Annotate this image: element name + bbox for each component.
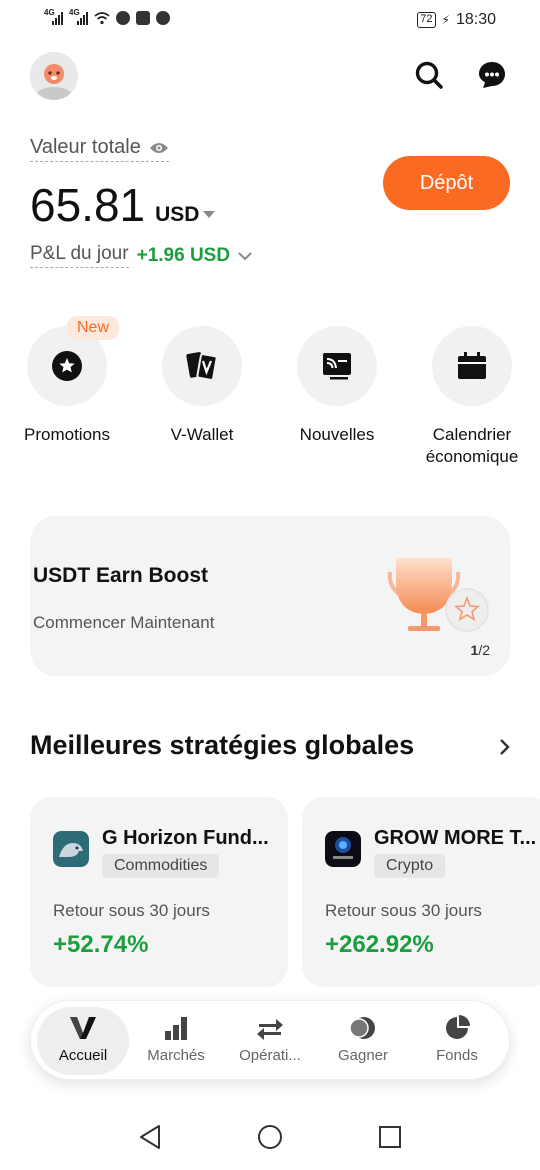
quick-action-nouvelles[interactable]: Nouvelles	[282, 326, 392, 446]
back-icon[interactable]	[135, 1122, 165, 1152]
nav-label: Marchés	[147, 1047, 205, 1064]
strategy-card[interactable]: GROW MORE T... Crypto Retour sous 30 jou…	[302, 797, 540, 987]
home-logo-icon	[70, 1017, 96, 1039]
status-icons-left: 4G 4G	[44, 8, 170, 25]
strategy-return-value: +262.92%	[325, 931, 434, 958]
strategy-return-value: +52.74%	[53, 931, 149, 958]
charging-icon: ⚡	[441, 13, 450, 27]
trophy-icon	[387, 558, 489, 632]
bottom-navigation: Accueil Marchés Opérati... Gagner Fonds	[30, 1000, 510, 1080]
total-balance: 65.81 USD	[30, 178, 216, 232]
promo-page-total: /2	[478, 642, 490, 658]
network-type-label: 4G	[44, 8, 55, 17]
whatsapp-icon	[116, 11, 130, 25]
star-icon	[52, 351, 82, 381]
wifi-icon	[94, 12, 110, 25]
quick-action-label: Calendrier économique	[425, 425, 519, 466]
strategy-category-badge: Commodities	[102, 854, 220, 878]
nav-label: Fonds	[436, 1047, 478, 1064]
calendar-icon	[458, 352, 486, 379]
network-type-label: 4G	[69, 8, 80, 17]
search-icon[interactable]	[414, 60, 444, 90]
strategy-category-badge: Crypto	[374, 854, 446, 878]
strategy-return-label: Retour sous 30 jours	[325, 901, 482, 920]
new-badge: New	[67, 316, 120, 340]
promo-banner[interactable]: USDT Earn Boost Commencer Maintenant 1/2	[30, 516, 510, 676]
quick-action-v-wallet[interactable]: V-Wallet	[147, 326, 257, 446]
chevron-right-icon[interactable]	[496, 736, 514, 758]
nav-label: Accueil	[58, 1047, 108, 1064]
battery-icon: 72	[417, 12, 436, 28]
signal-icon: 4G	[69, 8, 88, 25]
strategy-card[interactable]: G Horizon Fund... Commodities Retour sou…	[30, 797, 288, 987]
pnl-label: P&L du jour	[30, 243, 129, 268]
strategy-logo-icon	[325, 831, 361, 867]
wallet-cards-icon	[186, 352, 218, 381]
balance-amount: 65.81	[30, 179, 146, 231]
caret-down-icon	[203, 211, 216, 218]
nav-label: Opérati...	[239, 1047, 301, 1064]
clock: 18:30	[455, 11, 496, 28]
section-title-strategies: Meilleures stratégies globales	[30, 730, 415, 760]
chat-icon[interactable]	[477, 60, 507, 90]
quick-action-label: Promotions	[24, 425, 110, 444]
swap-icon	[257, 1019, 283, 1040]
coin-icon	[349, 1017, 375, 1039]
signal-icon: 4G	[44, 8, 63, 25]
quick-action-label: V-Wallet	[170, 425, 234, 444]
messenger-icon	[156, 11, 170, 25]
strategy-return-label: Retour sous 30 jours	[53, 901, 210, 920]
nav-tab-marches[interactable]: Marchés	[130, 1007, 222, 1075]
strategy-logo-icon	[53, 831, 89, 867]
strategy-name: GROW MORE T...	[374, 827, 537, 849]
v-wallet-icon-circle	[162, 326, 242, 406]
nav-tab-fonds[interactable]: Fonds	[411, 1007, 503, 1075]
news-icon-circle	[297, 326, 377, 406]
recents-icon[interactable]	[375, 1122, 405, 1152]
calendar-icon-circle	[432, 326, 512, 406]
strategy-name: G Horizon Fund...	[102, 827, 269, 849]
avatar[interactable]	[30, 52, 78, 100]
total-value-text: Valeur totale	[30, 136, 141, 158]
promo-pagination: 1/2	[471, 642, 490, 658]
pie-chart-icon	[446, 1015, 470, 1039]
deposit-button[interactable]: Dépôt	[383, 156, 510, 210]
home-icon[interactable]	[255, 1122, 285, 1152]
pnl-value: +1.96 USD	[136, 244, 231, 266]
status-bar: 4G 4G 72 ⚡ 18:30	[0, 0, 540, 44]
nav-tab-accueil[interactable]: Accueil	[37, 1007, 129, 1075]
nav-tab-gagner[interactable]: Gagner	[317, 1007, 409, 1075]
daily-pnl[interactable]: P&L du jour +1.96 USD	[30, 243, 252, 268]
total-value-label[interactable]: Valeur totale	[30, 136, 169, 162]
nav-label: Gagner	[337, 1047, 389, 1064]
news-icon	[323, 353, 351, 380]
promo-subtitle[interactable]: Commencer Maintenant	[33, 613, 214, 633]
bar-chart-icon	[165, 1017, 187, 1040]
quick-action-calendar[interactable]: Calendrier économique	[417, 326, 527, 468]
promo-title: USDT Earn Boost	[33, 564, 209, 587]
currency-selector[interactable]: USD	[155, 203, 216, 227]
message-icon	[136, 11, 150, 25]
quick-action-label: Nouvelles	[299, 425, 375, 444]
nav-tab-operations[interactable]: Opérati...	[224, 1007, 316, 1075]
chevron-down-icon[interactable]	[238, 251, 252, 261]
eye-icon[interactable]	[149, 141, 169, 155]
status-icons-right: 72 ⚡ 18:30	[417, 11, 496, 29]
quick-action-promotions[interactable]: Promotions	[12, 326, 122, 446]
avatar-icon	[30, 52, 78, 100]
currency-label: USD	[155, 203, 200, 226]
